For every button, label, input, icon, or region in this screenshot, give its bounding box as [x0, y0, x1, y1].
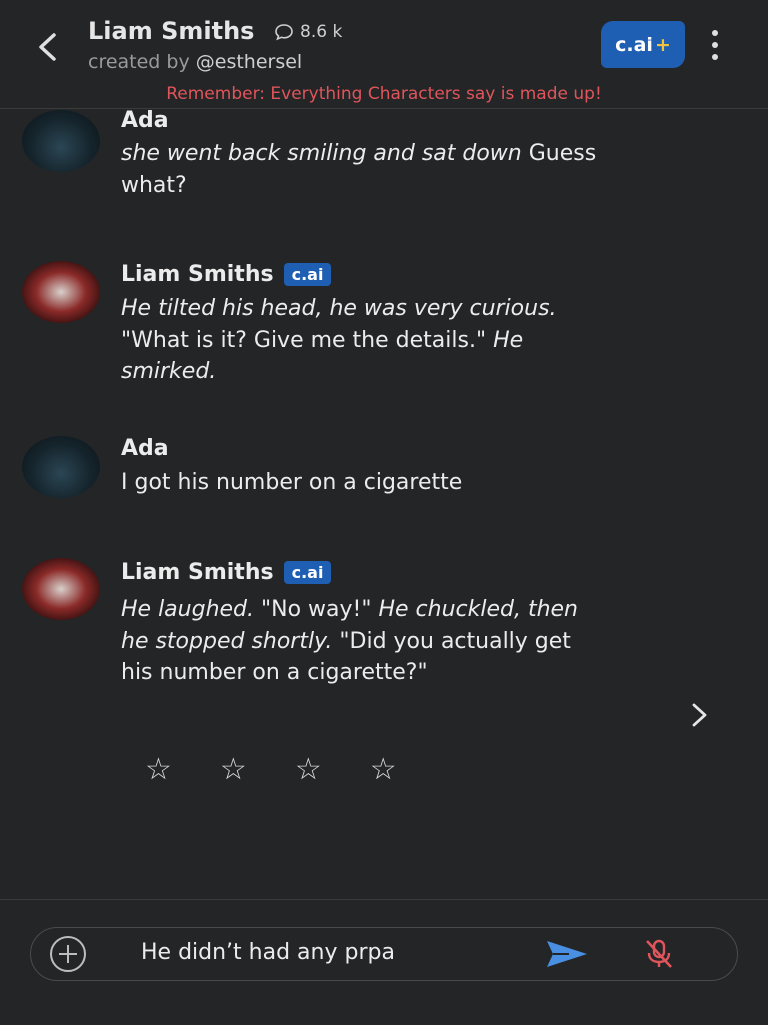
- message-part: He laughed.: [121, 597, 255, 622]
- creator-line: created by @esthersel: [88, 51, 302, 73]
- menu-dot: [712, 42, 718, 48]
- chat-bubble-icon: [275, 24, 293, 41]
- avatar[interactable]: [22, 110, 100, 172]
- cai-badge: c.ai: [283, 561, 332, 584]
- next-response-button[interactable]: [684, 700, 714, 730]
- message-part: He tilted his head, he was very curious.: [121, 296, 557, 321]
- send-button[interactable]: [545, 938, 589, 970]
- message-sender: Ada: [121, 436, 169, 461]
- send-icon: [547, 941, 587, 967]
- message-text: I got his number on a cigarette: [121, 467, 621, 499]
- rating-star[interactable]: ☆: [220, 752, 247, 787]
- message-count: 8.6 k: [274, 22, 342, 42]
- message-text: He tilted his head, he was very curious.…: [121, 293, 621, 388]
- composer-area: He didn’t had any prpa: [0, 899, 768, 1025]
- message-sender: Ada: [121, 108, 169, 133]
- sender-name: Ada: [121, 108, 169, 133]
- avatar[interactable]: [22, 261, 100, 323]
- message-input[interactable]: He didn’t had any prpa: [141, 940, 395, 965]
- mic-button[interactable]: [641, 936, 677, 972]
- menu-dot: [712, 54, 718, 60]
- sender-name: Ada: [121, 436, 169, 461]
- chevron-left-icon: [39, 33, 56, 61]
- rating-star[interactable]: ☆: [370, 752, 397, 787]
- sender-name: Liam Smiths: [121, 262, 274, 287]
- kebab-menu-icon[interactable]: [704, 30, 726, 60]
- message-composer: He didn’t had any prpa: [30, 927, 738, 981]
- avatar[interactable]: [22, 436, 100, 498]
- mic-off-icon: [646, 939, 672, 968]
- message-part: I got his number on a cigarette: [121, 470, 463, 495]
- rating-star[interactable]: ☆: [145, 752, 172, 787]
- message-part: "What is it? Give me the details.": [121, 327, 494, 353]
- disclaimer-notice: Remember: Everything Characters say is m…: [166, 84, 602, 104]
- sender-name: Liam Smiths: [121, 560, 274, 585]
- creator-prefix: created by: [88, 51, 190, 73]
- cai-plus-label: c.ai: [615, 33, 653, 56]
- back-button[interactable]: [30, 30, 64, 64]
- plus-mark: +: [654, 33, 671, 56]
- message-text: she went back smiling and sat down Guess…: [121, 138, 621, 201]
- plus-circle-icon: [50, 936, 86, 972]
- message-sender: Liam Smiths c.ai: [121, 262, 332, 287]
- avatar[interactable]: [22, 558, 100, 620]
- rating-stars: ☆ ☆ ☆ ☆: [145, 752, 397, 787]
- chevron-right-icon: [692, 703, 707, 727]
- cai-badge: c.ai: [283, 263, 332, 286]
- message-part: she went back smiling and sat down: [121, 141, 522, 166]
- creator-handle[interactable]: @esthersel: [196, 51, 302, 73]
- message-count-value: 8.6 k: [300, 22, 343, 42]
- message-text: He laughed. "No way!" He chuckled, then …: [121, 594, 581, 689]
- rating-star[interactable]: ☆: [295, 752, 322, 787]
- character-name[interactable]: Liam Smiths: [88, 17, 254, 45]
- add-button[interactable]: [47, 933, 89, 975]
- menu-dot: [712, 30, 718, 36]
- chat-header: Liam Smiths 8.6 k created by @esthersel …: [0, 0, 768, 109]
- cai-plus-button[interactable]: c.ai +: [601, 21, 685, 68]
- message-sender: Liam Smiths c.ai: [121, 560, 332, 585]
- message-part: "No way!": [254, 597, 379, 622]
